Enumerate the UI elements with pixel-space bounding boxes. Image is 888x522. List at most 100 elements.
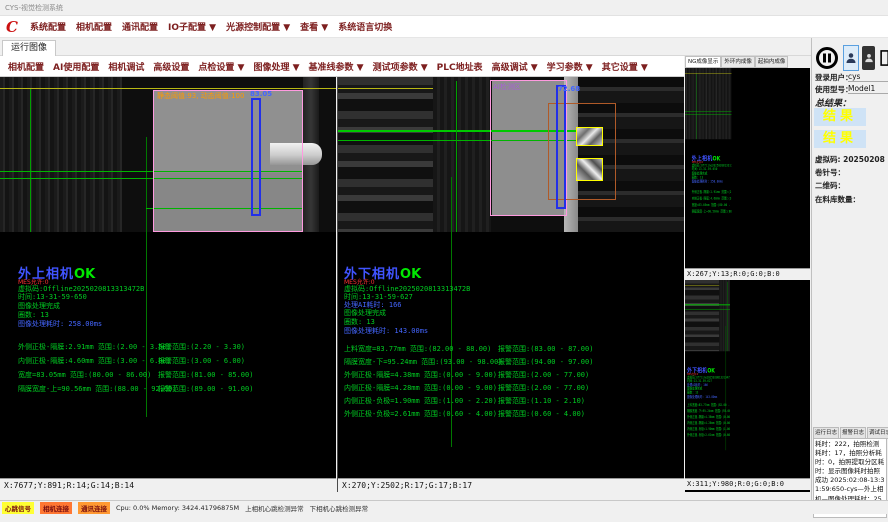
small-view-top-coordinate-bar: X:267;Y:13;R:0;G:0;B:0	[685, 268, 810, 280]
middle-camera-image: AI检测区 72.68	[338, 77, 684, 232]
mini-left-measurement-1: 外侧正极-隔膜:2.91mm 范围:(2.00 - 3.50)	[692, 190, 732, 195]
mini-mid-green-hline-1	[685, 304, 730, 305]
camera-view-left-canvas: 83.05 静态阈值:93, 动态阈值:100 外上相机OK MES允许:0 虚…	[0, 77, 336, 478]
mini-left-measurement-3: 宽度=83.05mm 范围:(80.00 - 86.00)	[692, 203, 732, 208]
left-measurement-3: 宽度=83.05mm 范围:(80.00 - 86.00)	[18, 370, 151, 380]
toolbar-advanced-debug[interactable]: 高级调试 ▼	[492, 60, 538, 73]
toolbar: 相机配置 AI使用配置 相机调试 高级设置 点检设置 ▼ 图像处理 ▼ 基准线参…	[0, 56, 684, 77]
camera-view-middle[interactable]: AI检测区 72.68 外下相机OK MES允许:0 虚拟码:Offline20…	[337, 77, 684, 492]
menu-item-io-config[interactable]: IO子配置 ▼	[168, 20, 216, 33]
camera-view-left-canvas: 83.05 静态阈值:93, 动态阈值:100 外上相机OK MES允许:0 虚…	[685, 68, 732, 252]
mini-mid-measurement-4: 内侧正极-隔膜=4.28mm 范围:(0.00 - 9.00)	[687, 421, 730, 426]
toolbar-advanced-settings[interactable]: 高级设置	[153, 60, 189, 73]
operator-icon	[864, 52, 874, 64]
mini-mid-measurement-6: 外侧正极-负极=2.61mm 范围:(0.60 - 4.00)	[687, 433, 730, 438]
mid-yellow-tab-box-2	[576, 158, 603, 181]
left-threshold-label: 静态阈值:93, 动态阈值:100	[157, 91, 244, 101]
menu-item-system-config[interactable]: 系统配置	[30, 20, 66, 33]
toolbar-test-params[interactable]: 测试项参数 ▼	[373, 60, 428, 73]
toolbar-spot-check[interactable]: 点检设置 ▼	[198, 60, 244, 73]
tab-outer-ring-imaging[interactable]: 外环内成像	[721, 56, 755, 68]
mini-mid-camera-result: OK	[707, 367, 715, 374]
menu-item-camera-config[interactable]: 相机配置	[76, 20, 112, 33]
window-title: CYS-视觉检测系统	[5, 4, 63, 12]
menu-item-language-switch[interactable]: 系统语言切换	[338, 20, 392, 33]
small-view-tabstrip: NG成像显示 外环内成像 起拍内成像	[685, 56, 810, 68]
left-width-value: 83.05	[250, 90, 272, 98]
mid-measurement-4: 内侧正极-隔膜=4.28mm 范围:(0.00 - 9.00)	[344, 383, 497, 393]
user-button[interactable]	[843, 45, 859, 71]
mid-scene-bands-left	[338, 77, 433, 232]
small-view-top[interactable]: 83.05 静态阈值:93, 动态阈值:100 外上相机OK MES允许:0 虚…	[685, 68, 810, 268]
menu-item-view[interactable]: 查看 ▼	[300, 20, 328, 33]
tab-ng-imaging[interactable]: NG成像显示	[685, 56, 721, 68]
mid-camera-result: OK	[400, 267, 421, 282]
mini-mid-measurement-5: 内侧正极-负极=1.90mm 范围:(1.00 - 2.20)	[687, 427, 730, 432]
operator-button[interactable]	[862, 46, 875, 70]
main-tabstrip: 运行图像	[0, 38, 888, 56]
left-camera-result: OK	[74, 267, 95, 282]
upper-camera-heartbeat-warning: 上相机心跳检测异常	[245, 503, 304, 513]
left-view-coordinate-bar: X:7677;Y:891;R:14;G:14;B:14	[0, 478, 336, 492]
mid-process-elapsed: 图像处理耗时: 143.00ms	[344, 326, 428, 336]
exit-door-icon	[879, 49, 888, 67]
mini-mid-scene-texture	[719, 280, 730, 351]
left-blue-measure-box	[251, 98, 261, 216]
mini-left-process-elapsed: 图像处理耗时: 258.00ms	[692, 179, 723, 184]
toolbar-baseline-params[interactable]: 基准线参数 ▼	[309, 60, 364, 73]
mid-measurement-1: 上料宽度=83.77mm 范围:(82.00 - 88.00)	[344, 344, 491, 354]
left-camera-image: 83.05 静态阈值:93, 动态阈值:100	[0, 77, 336, 232]
toolbar-plc-address[interactable]: PLC地址表	[437, 60, 483, 73]
left-alarm-3: 报警范围:(81.00 - 85.00)	[158, 370, 253, 380]
model-value[interactable]: Model1	[848, 84, 888, 94]
mid-green-vline-1	[456, 81, 457, 232]
toolbar-other-settings[interactable]: 其它设置 ▼	[602, 60, 648, 73]
mid-alarm-2: 报警范围:(94.00 - 97.00)	[498, 357, 593, 367]
tab-run-image[interactable]: 运行图像	[2, 40, 56, 56]
mini-mid-measurement-1: 上料宽度=83.77mm 范围:(82.00 - 88.00)	[687, 403, 730, 408]
cpu-memory-readout: Cpu: 0.0% Memory: 3424.41796875M	[116, 504, 239, 512]
mid-yellow-tab-box-1	[576, 127, 603, 146]
mid-view-coordinate-bar: X:270;Y:2502;R:17;G:17;B:17	[338, 478, 684, 492]
left-yellow-baseline	[0, 88, 336, 89]
mid-width-value: 72.68	[558, 85, 580, 93]
mini-left-camera-image: 83.05 静态阈值:93, 动态阈值:100	[685, 68, 732, 139]
mini-mid-measurement-2: 隔膜宽度-下=95.24mm 范围:(93.00 - 98.00)	[687, 409, 730, 414]
left-scene-texture	[0, 77, 122, 232]
toolbar-camera-debug[interactable]: 相机调试	[108, 60, 144, 73]
mid-blue-measure-box	[556, 85, 566, 209]
menu-item-light-config[interactable]: 光源控制配置 ▼	[226, 20, 290, 33]
toolbar-image-processing[interactable]: 图像处理 ▼	[253, 60, 299, 73]
menu-bar: C 系统配置 相机配置 通讯配置 IO子配置 ▼ 光源控制配置 ▼ 查看 ▼ 系…	[0, 16, 888, 38]
model-label: 使用型号：	[815, 84, 853, 95]
exit-button[interactable]	[878, 46, 888, 70]
stock-count-label: 在料库数量：	[815, 194, 860, 205]
mid-scene-texture	[433, 77, 491, 232]
mid-yellow-baseline	[338, 88, 433, 89]
mid-alarm-4: 报警范围:(2.00 - 77.00)	[498, 383, 589, 393]
camera-connection-badge: 相机连接	[40, 502, 72, 514]
mid-measurement-2: 隔膜宽度-下=95.24mm 范围:(93.00 - 98.00)	[344, 357, 503, 367]
toolbar-learning-params[interactable]: 学习参数 ▼	[547, 60, 593, 73]
small-view-bottom-coordinate-bar: X:311;Y:980;R:0;G:0;B:0	[685, 478, 810, 490]
login-user-value[interactable]: cys	[848, 72, 888, 82]
mid-alarm-5: 报警范围:(1.10 - 2.10)	[498, 396, 585, 406]
result-badge-lower: 结果	[814, 130, 866, 148]
mid-measurement-3: 外侧正极-隔膜=4.38mm 范围:(0.00 - 9.00)	[344, 370, 497, 380]
left-measurement-1: 外侧正极-隔膜:2.91mm 范围:(2.00 - 3.50)	[18, 342, 171, 352]
tab-start-shot-imaging[interactable]: 起拍内成像	[755, 56, 789, 68]
menu-item-comm-config[interactable]: 通讯配置	[122, 20, 158, 33]
left-green-vline-1	[30, 89, 31, 232]
left-alarm-4: 报警范围:(89.00 - 91.00)	[158, 384, 253, 394]
heartbeat-status-badge: 心跳信号	[2, 502, 34, 514]
toolbar-ai-use-config[interactable]: AI使用配置	[53, 60, 99, 73]
pause-icon	[815, 45, 839, 71]
small-view-bottom[interactable]: AI检测区 72.68 外下相机OK MES允许:0 虚拟码:Offline20…	[685, 280, 810, 478]
mid-ai-region-label: AI检测区	[493, 82, 521, 92]
toolbar-camera-config[interactable]: 相机配置	[8, 60, 44, 73]
pause-button[interactable]	[814, 43, 840, 73]
winding-pin-label: 卷针号：	[815, 167, 845, 178]
mid-measurement-5: 内侧正极-负极=1.90mm 范围:(1.00 - 2.20)	[344, 396, 497, 406]
camera-view-left[interactable]: 83.05 静态阈值:93, 动态阈值:100 外上相机OK MES允许:0 虚…	[0, 77, 336, 492]
mini-left-measurement-4: 隔膜宽度-上=90.56mm 范围:(88.00 - 92.00)	[692, 209, 732, 214]
